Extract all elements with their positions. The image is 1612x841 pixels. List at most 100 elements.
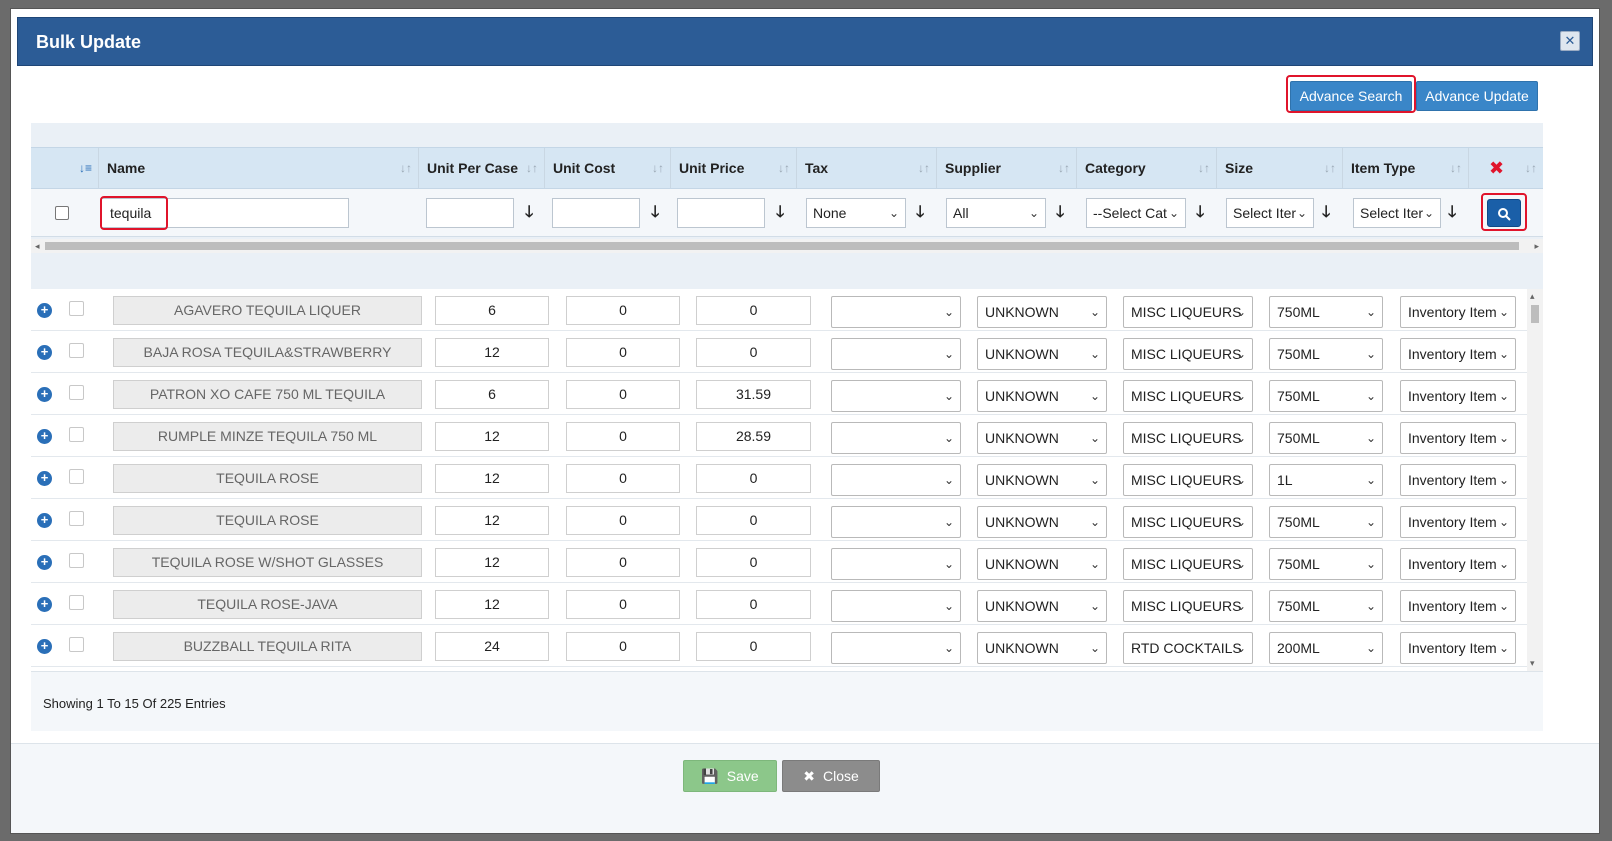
close-icon[interactable]: ✕ bbox=[1560, 31, 1580, 51]
size-select[interactable]: 750ML ⌄ bbox=[1269, 296, 1383, 328]
item-type-select[interactable]: Inventory Item ⌄ bbox=[1400, 296, 1516, 328]
category-select[interactable]: MISC LIQUEURS ⌄ bbox=[1123, 338, 1253, 370]
supplier-select[interactable]: UNKNOWN ⌄ bbox=[977, 380, 1107, 412]
supplier-select[interactable]: UNKNOWN ⌄ bbox=[977, 296, 1107, 328]
tax-select[interactable]: ⌄ bbox=[831, 338, 961, 370]
scroll-up-icon[interactable]: ▴ bbox=[1530, 291, 1535, 302]
unit-per-case-field[interactable]: 6 bbox=[435, 380, 549, 409]
arrow-down-icon[interactable]: 🡓 bbox=[916, 201, 924, 228]
unit-cost-field[interactable]: 0 bbox=[566, 296, 680, 325]
scroll-down-icon[interactable]: ▾ bbox=[1530, 658, 1535, 669]
tax-select[interactable]: ⌄ bbox=[831, 464, 961, 496]
header-size[interactable]: Size ↓↑ bbox=[1217, 148, 1343, 188]
header-tax[interactable]: Tax ↓↑ bbox=[797, 148, 937, 188]
header-unit-price[interactable]: Unit Price ↓↑ bbox=[671, 148, 797, 188]
unit-per-case-field[interactable]: 12 bbox=[435, 464, 549, 493]
expand-row-icon[interactable]: + bbox=[37, 597, 52, 612]
unit-per-case-field[interactable]: 12 bbox=[435, 338, 549, 367]
unit-cost-field[interactable]: 0 bbox=[566, 632, 680, 661]
tax-select[interactable]: ⌄ bbox=[831, 380, 961, 412]
category-select[interactable]: MISC LIQUEURS ⌄ bbox=[1123, 464, 1253, 496]
tax-select[interactable]: ⌄ bbox=[831, 548, 961, 580]
vertical-scroll-thumb[interactable] bbox=[1531, 305, 1539, 323]
sort-desc-icon[interactable]: ↓≡ bbox=[79, 148, 92, 188]
arrow-down-icon[interactable]: 🡓 bbox=[525, 201, 533, 228]
save-button[interactable]: 💾 Save bbox=[683, 760, 777, 792]
arrow-down-icon[interactable]: 🡓 bbox=[1448, 201, 1456, 228]
advance-search-button[interactable]: Advance Search bbox=[1290, 81, 1412, 111]
expand-row-icon[interactable]: + bbox=[37, 471, 52, 486]
item-type-select[interactable]: Inventory Item ⌄ bbox=[1400, 590, 1516, 622]
unit-price-field[interactable]: 0 bbox=[696, 296, 811, 325]
unit-price-field[interactable]: 0 bbox=[696, 632, 811, 661]
size-select[interactable]: 750ML ⌄ bbox=[1269, 590, 1383, 622]
supplier-select[interactable]: UNKNOWN ⌄ bbox=[977, 338, 1107, 370]
category-filter-select[interactable]: --Select Cat ⌄ bbox=[1086, 198, 1186, 228]
header-supplier[interactable]: Supplier ↓↑ bbox=[937, 148, 1077, 188]
row-checkbox[interactable] bbox=[69, 553, 84, 568]
unit-cost-field[interactable]: 0 bbox=[566, 422, 680, 451]
supplier-select[interactable]: UNKNOWN ⌄ bbox=[977, 548, 1107, 580]
item-type-select[interactable]: Inventory Item ⌄ bbox=[1400, 380, 1516, 412]
item-type-filter-select[interactable]: Select Iter ⌄ bbox=[1353, 198, 1441, 228]
category-select[interactable]: MISC LIQUEURS ⌄ bbox=[1123, 506, 1253, 538]
clear-filter-icon[interactable]: ✖ bbox=[1489, 148, 1504, 188]
header-item-type[interactable]: Item Type ↓↑ bbox=[1343, 148, 1469, 188]
category-select[interactable]: MISC LIQUEURS ⌄ bbox=[1123, 548, 1253, 580]
tax-select[interactable]: ⌄ bbox=[831, 422, 961, 454]
row-checkbox[interactable] bbox=[69, 637, 84, 652]
expand-row-icon[interactable]: + bbox=[37, 303, 52, 318]
unit-cost-field[interactable]: 0 bbox=[566, 338, 680, 367]
unit-price-field[interactable]: 0 bbox=[696, 464, 811, 493]
vertical-scrollbar[interactable]: ▴ ▾ bbox=[1527, 289, 1543, 671]
supplier-select[interactable]: UNKNOWN ⌄ bbox=[977, 422, 1107, 454]
category-select[interactable]: RTD COCKTAILS ⌄ bbox=[1123, 632, 1253, 664]
horizontal-scroll-thumb[interactable] bbox=[45, 242, 1519, 250]
unit-per-case-field[interactable]: 6 bbox=[435, 296, 549, 325]
size-select[interactable]: 750ML ⌄ bbox=[1269, 548, 1383, 580]
expand-row-icon[interactable]: + bbox=[37, 639, 52, 654]
supplier-filter-select[interactable]: All ⌄ bbox=[946, 198, 1046, 228]
tax-select[interactable]: ⌄ bbox=[831, 590, 961, 622]
arrow-down-icon[interactable]: 🡓 bbox=[1196, 201, 1204, 228]
close-button[interactable]: ✖ Close bbox=[782, 760, 880, 792]
arrow-down-icon[interactable]: 🡓 bbox=[651, 201, 659, 228]
unit-per-case-field[interactable]: 12 bbox=[435, 506, 549, 535]
size-filter-select[interactable]: Select Iter ⌄ bbox=[1226, 198, 1314, 228]
size-select[interactable]: 200ML ⌄ bbox=[1269, 632, 1383, 664]
item-type-select[interactable]: Inventory Item ⌄ bbox=[1400, 338, 1516, 370]
unit-per-case-field[interactable]: 12 bbox=[435, 590, 549, 619]
category-select[interactable]: MISC LIQUEURS ⌄ bbox=[1123, 380, 1253, 412]
unit-per-case-filter-input[interactable] bbox=[426, 198, 514, 228]
select-all-checkbox[interactable] bbox=[55, 206, 69, 220]
row-checkbox[interactable] bbox=[69, 511, 84, 526]
search-button[interactable] bbox=[1487, 199, 1521, 227]
supplier-select[interactable]: UNKNOWN ⌄ bbox=[977, 632, 1107, 664]
unit-cost-field[interactable]: 0 bbox=[566, 380, 680, 409]
category-select[interactable]: MISC LIQUEURS ⌄ bbox=[1123, 422, 1253, 454]
unit-price-field[interactable]: 0 bbox=[696, 590, 811, 619]
size-select[interactable]: 750ML ⌄ bbox=[1269, 422, 1383, 454]
item-type-select[interactable]: Inventory Item ⌄ bbox=[1400, 464, 1516, 496]
unit-price-field[interactable]: 0 bbox=[696, 548, 811, 577]
item-type-select[interactable]: Inventory Item ⌄ bbox=[1400, 548, 1516, 580]
item-type-select[interactable]: Inventory Item ⌄ bbox=[1400, 506, 1516, 538]
scroll-right-icon[interactable]: ▸ bbox=[1534, 239, 1539, 253]
size-select[interactable]: 750ML ⌄ bbox=[1269, 506, 1383, 538]
unit-per-case-field[interactable]: 12 bbox=[435, 422, 549, 451]
expand-row-icon[interactable]: + bbox=[37, 513, 52, 528]
arrow-down-icon[interactable]: 🡓 bbox=[776, 201, 784, 228]
header-category[interactable]: Category ↓↑ bbox=[1077, 148, 1217, 188]
row-checkbox[interactable] bbox=[69, 343, 84, 358]
scroll-left-icon[interactable]: ◂ bbox=[35, 239, 40, 253]
header-unit-per-case[interactable]: Unit Per Case ↓↑ bbox=[419, 148, 545, 188]
unit-cost-field[interactable]: 0 bbox=[566, 590, 680, 619]
row-checkbox[interactable] bbox=[69, 385, 84, 400]
unit-price-field[interactable]: 31.59 bbox=[696, 380, 811, 409]
row-checkbox[interactable] bbox=[69, 469, 84, 484]
size-select[interactable]: 750ML ⌄ bbox=[1269, 338, 1383, 370]
expand-row-icon[interactable]: + bbox=[37, 387, 52, 402]
tax-select[interactable]: ⌄ bbox=[831, 632, 961, 664]
row-checkbox[interactable] bbox=[69, 427, 84, 442]
unit-price-field[interactable]: 0 bbox=[696, 506, 811, 535]
